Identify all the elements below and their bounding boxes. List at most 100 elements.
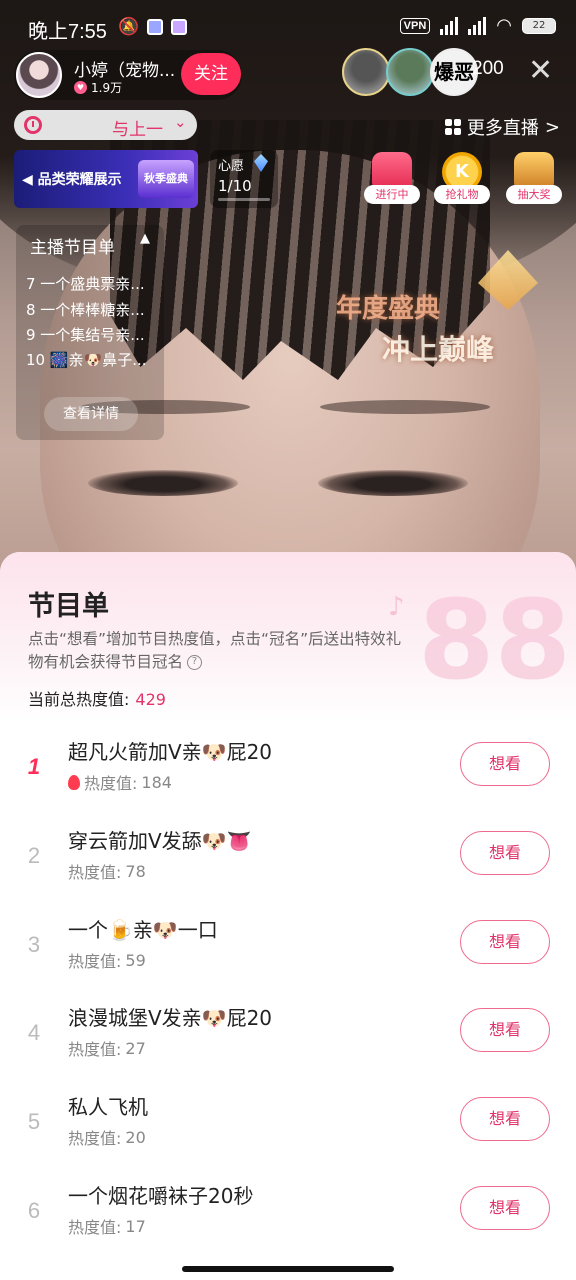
decor-88: 88 — [418, 576, 572, 704]
view-details-button[interactable]: 查看详情 — [44, 397, 138, 431]
close-icon[interactable]: ✕ — [528, 54, 553, 88]
video-brow-right — [320, 400, 490, 414]
signal-icon-2 — [468, 16, 487, 35]
want-to-see-button[interactable]: 想看 — [460, 1008, 550, 1052]
program-row[interactable]: 1 超凡火箭加V亲🐶屁20 热度值: 184 想看 — [0, 728, 576, 816]
schedule-item: 9 一个集结号亲... — [26, 326, 145, 344]
program-heat: 热度值: 20 — [68, 1127, 146, 1149]
program-title: 一个烟花嚼袜子20秒 — [68, 1184, 254, 1208]
program-rank: 3 — [27, 932, 41, 957]
event-line1: 年度盛典 — [336, 294, 441, 324]
action-label: 抢礼物 — [434, 185, 490, 204]
heart-icon: ♥ — [74, 81, 87, 94]
more-live-label: 更多直播 — [466, 118, 539, 139]
schedule-item: 7 一个盛典票亲... — [26, 275, 145, 293]
more-live-button[interactable]: 更多直播 > — [444, 114, 560, 140]
status-notification-icons: 🔕 — [118, 17, 188, 37]
program-row[interactable]: 3 一个🍺亲🐶一口 热度值: 59 想看 — [0, 906, 576, 994]
program-row[interactable]: 2 穿云箭加V发舔🐶👅 热度值: 78 想看 — [0, 817, 576, 905]
wish-label: 心愿 — [218, 159, 245, 174]
schedule-item: 8 一个棒棒糖亲... — [26, 301, 145, 319]
home-indicator[interactable] — [182, 1266, 394, 1272]
viewer-avatar[interactable] — [386, 48, 434, 96]
viewer-count[interactable]: 200 — [472, 58, 504, 80]
host-fans: ♥ 1.9万 — [74, 79, 122, 96]
video-eye-left — [88, 470, 238, 496]
program-rank: 6 — [27, 1198, 41, 1223]
chevron-down-icon: ⌄ — [174, 113, 187, 131]
action-grab-gift[interactable]: K 抢礼物 — [434, 152, 490, 208]
action-lottery[interactable]: 抽大奖 — [506, 152, 562, 208]
host-avatar[interactable] — [16, 52, 62, 98]
grid-icon — [444, 119, 461, 135]
gem-icon — [254, 154, 268, 172]
schedule-title: 主播节目单 — [30, 238, 115, 258]
crest-icon — [478, 250, 538, 310]
mute-bell-icon: 🔕 — [118, 17, 140, 37]
total-heat: 当前总热度值: 429 — [28, 686, 166, 710]
battery-icon: 22 — [522, 17, 556, 34]
vpn-icon: VPN — [399, 17, 431, 34]
host-fans-count: 1.9万 — [91, 81, 123, 95]
program-row[interactable]: 6 一个烟花嚼袜子20秒 热度值: 17 想看 — [0, 1172, 576, 1260]
sheet-title: 节目单 — [28, 591, 109, 622]
program-heat: 热度值: 27 — [68, 1038, 146, 1060]
schedule-overlay[interactable]: 主播节目单 ▲ 7 一个盛典票亲... 8 一个棒棒糖亲... 9 一个集结号亲… — [16, 225, 164, 440]
music-note-icon: ♪ — [388, 592, 405, 622]
signal-icon — [440, 16, 459, 35]
total-heat-label: 当前总热度值: — [28, 690, 130, 709]
help-icon[interactable]: ? — [187, 655, 203, 670]
schedule-item: 10 🎆亲🐶鼻子... — [26, 351, 147, 369]
caret-up-icon[interactable]: ▲ — [140, 231, 150, 246]
program-heat: 热度值: 17 — [68, 1216, 146, 1238]
rank-gap-pill[interactable]: 与上一 ⌄ — [14, 110, 197, 140]
status-time: 晚上7:55 — [28, 21, 107, 43]
app-notification-icon-2 — [171, 19, 188, 35]
event-line2: 冲上巅峰 — [382, 333, 495, 366]
host-name: 小婷（宠物... — [74, 61, 176, 81]
clock-icon — [24, 116, 42, 134]
banner-badge: 秋季盛典 — [138, 160, 194, 198]
wish-widget[interactable]: 心愿 1/10 — [210, 150, 278, 208]
chevron-right-icon: > — [544, 116, 560, 138]
video-eye-right — [318, 470, 468, 496]
want-to-see-button[interactable]: 想看 — [460, 831, 550, 875]
flame-icon — [68, 774, 80, 790]
program-heat: 热度值: 78 — [68, 861, 146, 883]
program-title: 一个🍺亲🐶一口 — [68, 918, 218, 942]
program-rank: 1 — [27, 754, 41, 779]
want-to-see-button[interactable]: 想看 — [460, 1186, 550, 1230]
program-row[interactable]: 4 浪漫城堡V发亲🐶屁20 热度值: 27 想看 — [0, 994, 576, 1082]
app-notification-icon — [147, 19, 164, 35]
action-in-progress[interactable]: 进行中 — [364, 152, 420, 208]
banner-text: ◀ 品类荣耀展示 — [22, 172, 122, 188]
program-rank: 4 — [27, 1020, 41, 1045]
want-to-see-button[interactable]: 想看 — [460, 742, 550, 786]
wifi-icon: ◠ — [496, 15, 512, 36]
want-to-see-button[interactable]: 想看 — [460, 1097, 550, 1141]
viewer-avatar[interactable]: 爆恶 — [430, 48, 478, 96]
program-heat: 热度值: 184 — [68, 770, 172, 794]
program-title: 超凡火箭加V亲🐶屁20 — [68, 740, 273, 764]
program-list-sheet: ♪ 88 节目单 点击“想看”增加节目热度值，点击“冠名”后送出特效礼物有机会获… — [0, 552, 576, 1280]
follow-button[interactable]: 关注 — [181, 53, 241, 95]
program-row[interactable]: 5 私人飞机 热度值: 20 想看 — [0, 1083, 576, 1171]
status-bar: 晚上7:55 🔕 VPN ◠ 22 — [0, 0, 576, 52]
wish-progress-bar — [218, 198, 270, 201]
program-rank: 5 — [27, 1109, 41, 1134]
sheet-description: 点击“想看”增加节目热度值，点击“冠名”后送出特效礼物有机会获得节目冠名? — [28, 630, 402, 671]
action-label: 进行中 — [364, 185, 420, 204]
wish-progress: 1/10 — [218, 177, 252, 195]
program-title: 浪漫城堡V发亲🐶屁20 — [68, 1006, 273, 1030]
program-rank: 2 — [27, 843, 41, 868]
annual-event-logo: 年度盛典 冲上巅峰 — [330, 250, 550, 370]
category-honor-banner[interactable]: ◀ 品类荣耀展示 秋季盛典 — [14, 150, 198, 208]
action-label: 抽大奖 — [506, 185, 562, 204]
rank-gap-label: 与上一 — [112, 120, 163, 140]
sheet-header: ♪ 88 节目单 点击“想看”增加节目热度值，点击“冠名”后送出特效礼物有机会获… — [0, 552, 576, 722]
program-title: 穿云箭加V发舔🐶👅 — [68, 829, 252, 853]
program-title: 私人飞机 — [68, 1095, 148, 1119]
viewer-avatar[interactable] — [342, 48, 390, 96]
total-heat-value: 429 — [135, 690, 166, 709]
want-to-see-button[interactable]: 想看 — [460, 920, 550, 964]
